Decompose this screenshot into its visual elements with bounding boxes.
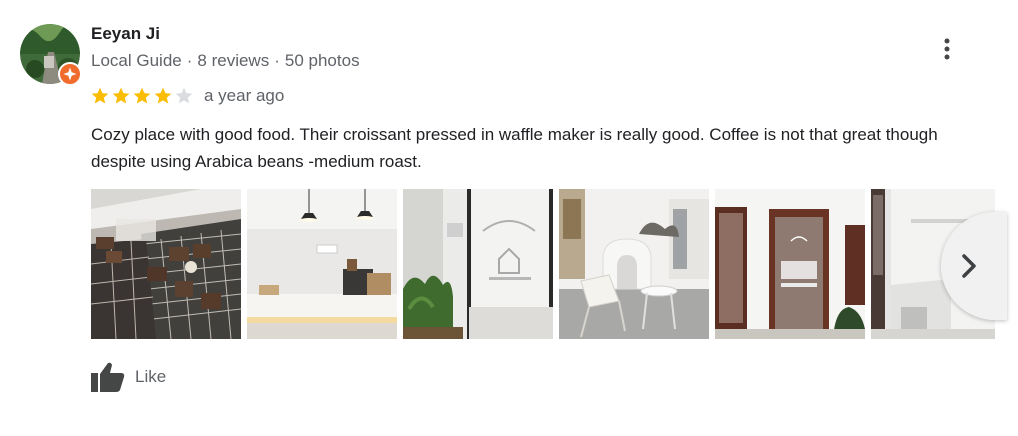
local-guide-label: Local Guide (91, 51, 182, 70)
review-photo-1[interactable] (91, 189, 241, 339)
photo-entrance (715, 189, 865, 339)
like-label: Like (135, 367, 167, 386)
review-count: 8 reviews (197, 51, 270, 70)
meta-separator: · (274, 51, 280, 70)
meta-separator: · (186, 51, 193, 70)
local-guide-badge-icon (58, 62, 82, 86)
like-button[interactable]: Like (91, 362, 166, 392)
review-photo-3[interactable] (403, 189, 553, 339)
star-rating (90, 86, 194, 106)
review-photo-2[interactable] (247, 189, 397, 339)
photo-count: 50 photos (284, 51, 360, 70)
review-photo-4[interactable] (559, 189, 709, 339)
photo-pastries (91, 189, 241, 339)
thumb-up-icon (91, 362, 125, 392)
photo-counter (247, 189, 397, 339)
more-vert-icon (944, 38, 950, 60)
chevron-right-icon (962, 254, 976, 278)
reviewer-name[interactable]: Eeyan Ji (91, 24, 160, 44)
review-photo-5[interactable] (715, 189, 865, 339)
star-empty-icon (175, 87, 193, 104)
photo-welcome-door (403, 189, 553, 339)
reviewer-meta: Local Guide · 8 reviews · 50 photos (91, 51, 360, 71)
review-time: a year ago (204, 86, 285, 105)
review-text: Cozy place with good food. Their croissa… (91, 125, 938, 171)
star-filled-icon (133, 87, 151, 104)
more-options-button[interactable] (932, 34, 962, 64)
photo-strip (91, 189, 995, 339)
star-filled-icon (91, 87, 109, 104)
photo-table-chairs (559, 189, 709, 339)
star-filled-icon (154, 87, 172, 104)
reviewer-avatar[interactable] (20, 24, 82, 86)
star-filled-icon (112, 87, 130, 104)
